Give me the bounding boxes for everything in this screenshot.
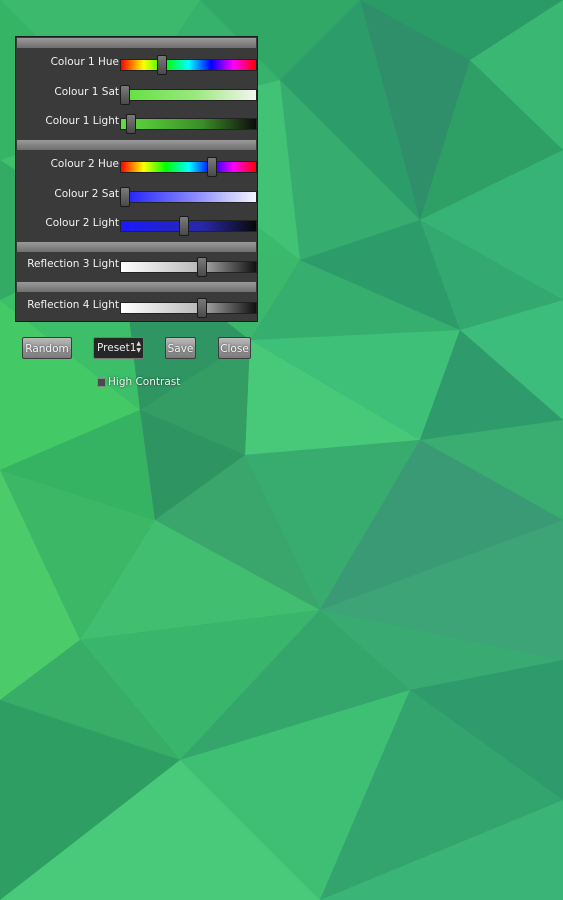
high-contrast-checkbox[interactable] (97, 378, 106, 387)
colour2-light-row: Colour 2 Light (16, 213, 257, 237)
preset-value: Preset1 (97, 342, 137, 354)
colour2-hue-label: Colour 2 Hue (50, 158, 119, 170)
random-button[interactable]: Random (22, 337, 72, 359)
reflection3-light-label: Reflection 3 Light (27, 258, 119, 270)
colour1-light-row: Colour 1 Light (16, 111, 257, 135)
colour2-sat-label: Colour 2 Sat (54, 188, 119, 200)
colour1-hue-row: Colour 1 Hue (16, 52, 257, 76)
preset-select[interactable]: Preset1 ▲ ▼ (93, 337, 144, 359)
colour1-light-label: Colour 1 Light (45, 115, 119, 127)
colour2-hue-track[interactable] (120, 161, 257, 173)
colour2-light-thumb[interactable] (179, 216, 190, 236)
reflection3-light-track[interactable] (120, 261, 257, 273)
colour2-sat-thumb[interactable] (120, 187, 131, 207)
reflection4-light-row: Reflection 4 Light (16, 295, 257, 319)
colour1-hue-label: Colour 1 Hue (50, 56, 119, 68)
high-contrast-label: High Contrast (108, 376, 181, 388)
section-divider (17, 140, 256, 150)
colour1-sat-label: Colour 1 Sat (54, 86, 119, 98)
reflection4-light-thumb[interactable] (197, 298, 208, 318)
updown-arrows-icon: ▲ ▼ (136, 340, 141, 354)
section-divider (17, 242, 256, 252)
reflection3-light-row: Reflection 3 Light (16, 254, 257, 278)
reflection4-light-track[interactable] (120, 302, 257, 314)
colour2-hue-row: Colour 2 Hue (16, 154, 257, 178)
colour2-hue-thumb[interactable] (206, 157, 217, 177)
colour1-hue-thumb[interactable] (157, 55, 168, 75)
section-divider (17, 282, 256, 292)
colour1-sat-track[interactable] (120, 89, 257, 101)
reflection3-light-thumb[interactable] (197, 257, 208, 277)
colour2-sat-row: Colour 2 Sat (16, 184, 257, 208)
colour1-sat-row: Colour 1 Sat (16, 82, 257, 106)
save-button[interactable]: Save (165, 337, 196, 359)
colour1-hue-track[interactable] (120, 59, 257, 71)
settings-panel: Colour 1 Hue Colour 1 Sat Colour 1 Light… (15, 36, 258, 322)
colour1-light-thumb[interactable] (125, 114, 136, 134)
colour1-light-track[interactable] (120, 118, 257, 130)
section-divider (17, 38, 256, 48)
colour2-sat-track[interactable] (120, 191, 257, 203)
close-button[interactable]: Close (218, 337, 251, 359)
colour1-sat-thumb[interactable] (120, 85, 131, 105)
reflection4-light-label: Reflection 4 Light (27, 299, 119, 311)
colour2-light-label: Colour 2 Light (45, 217, 119, 229)
